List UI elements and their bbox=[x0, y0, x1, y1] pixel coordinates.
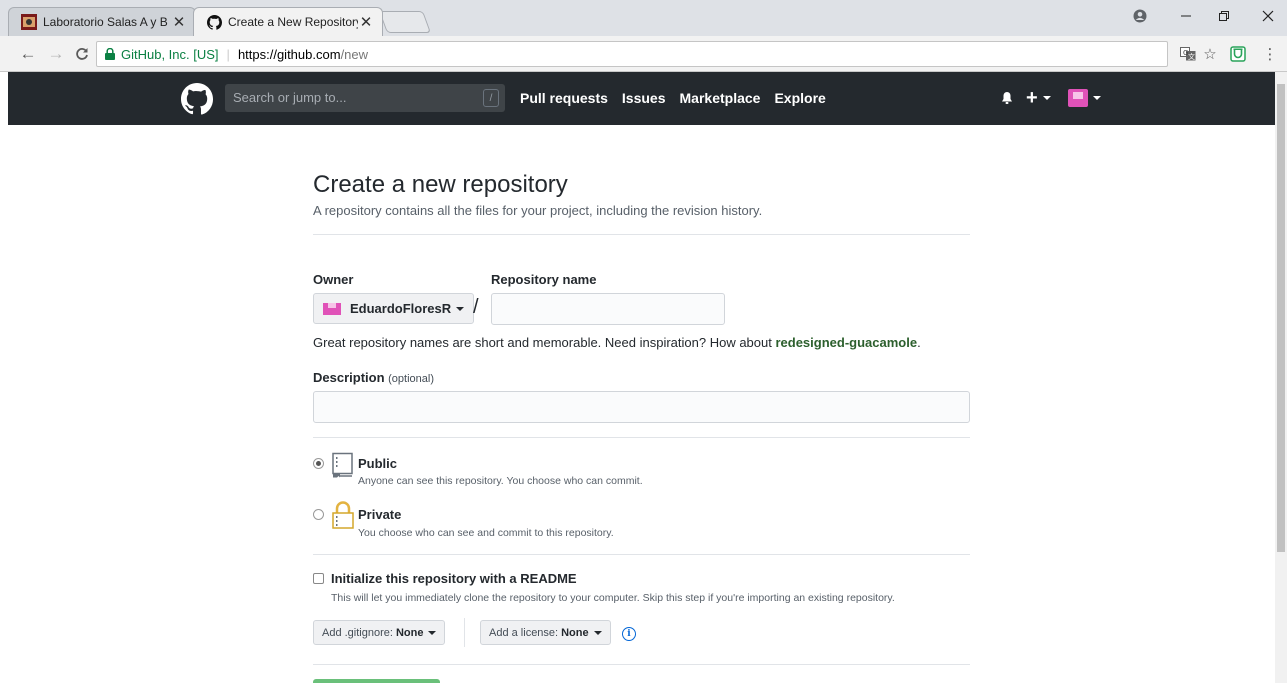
browser-toolbar: ← → GitHub, Inc. [US] | https://github.c… bbox=[0, 36, 1287, 72]
github-nav: Pull requests Issues Marketplace Explore bbox=[520, 90, 826, 106]
minimize-icon[interactable] bbox=[1170, 4, 1202, 28]
github-logo-icon[interactable] bbox=[181, 83, 213, 115]
search-shortcut-key: / bbox=[483, 89, 499, 107]
owner-select[interactable]: EduardoFloresR bbox=[313, 293, 475, 324]
nav-pull-requests[interactable]: Pull requests bbox=[520, 90, 608, 106]
nav-marketplace[interactable]: Marketplace bbox=[680, 90, 761, 106]
public-description: Anyone can see this repository. You choo… bbox=[358, 475, 643, 487]
github-header: Search or jump to... / Pull requests Iss… bbox=[8, 72, 1275, 125]
avatar bbox=[323, 302, 341, 315]
chevron-down-icon bbox=[593, 630, 602, 635]
suggested-name-link[interactable]: redesigned-guacamole bbox=[775, 335, 917, 350]
gitignore-select[interactable]: Add .gitignore: None bbox=[313, 620, 446, 645]
scrollbar-thumb[interactable] bbox=[1277, 84, 1285, 552]
github-favicon-icon bbox=[206, 14, 222, 30]
chevron-down-icon bbox=[1093, 96, 1101, 100]
github-search-input[interactable]: Search or jump to... / bbox=[225, 84, 505, 112]
owner-repo-separator: / bbox=[473, 296, 479, 318]
secure-label: GitHub, Inc. [US] bbox=[121, 46, 219, 62]
repo-book-icon bbox=[332, 452, 353, 478]
omnibox-separator: | bbox=[226, 46, 230, 62]
notification-bell-icon[interactable] bbox=[1001, 88, 1013, 108]
chevron-down-icon bbox=[1042, 96, 1051, 100]
public-radio[interactable] bbox=[313, 458, 324, 469]
private-title: Private bbox=[358, 507, 402, 522]
back-arrow-icon[interactable]: ← bbox=[16, 42, 40, 66]
avatar bbox=[1068, 89, 1088, 107]
padlock-icon bbox=[332, 501, 354, 529]
forward-arrow-icon[interactable]: → bbox=[44, 42, 68, 66]
browser-menu-icon[interactable]: ⋮ bbox=[1260, 44, 1280, 64]
tab-title: Create a New Repository bbox=[228, 15, 358, 29]
close-window-icon[interactable] bbox=[1252, 4, 1284, 28]
description-label: Description (optional) bbox=[313, 370, 434, 385]
url-host: https://github.com bbox=[237, 46, 341, 62]
create-repository-button[interactable] bbox=[313, 679, 440, 683]
close-tab-icon[interactable]: ✕ bbox=[171, 14, 187, 31]
divider bbox=[313, 437, 970, 438]
description-input[interactable] bbox=[313, 391, 970, 423]
divider bbox=[313, 554, 970, 555]
laboratorio-favicon-icon bbox=[21, 14, 37, 30]
create-new-menu[interactable]: + bbox=[1026, 86, 1051, 109]
divider bbox=[313, 234, 970, 235]
optional-label: (optional) bbox=[388, 373, 434, 385]
repo-name-label: Repository name bbox=[491, 272, 597, 287]
readme-description: This will let you immediately clone the … bbox=[331, 592, 895, 604]
page-scrollbar[interactable] bbox=[1275, 72, 1287, 683]
reload-icon[interactable] bbox=[70, 42, 94, 66]
info-icon[interactable]: i bbox=[622, 627, 636, 641]
owner-value: EduardoFloresR bbox=[350, 301, 452, 316]
plus-icon: + bbox=[1026, 86, 1038, 109]
name-hint: Great repository names are short and mem… bbox=[313, 335, 921, 350]
browser-tab-bar: Laboratorio Salas A y B ✕ Create a New R… bbox=[0, 0, 1287, 36]
chevron-down-icon bbox=[456, 306, 465, 311]
lock-icon bbox=[105, 48, 115, 60]
readme-label[interactable]: Initialize this repository with a README bbox=[331, 571, 577, 586]
restore-icon[interactable] bbox=[1208, 4, 1240, 28]
new-tab-button[interactable] bbox=[378, 11, 432, 33]
divider bbox=[313, 664, 970, 665]
owner-label: Owner bbox=[313, 272, 354, 287]
address-bar[interactable]: GitHub, Inc. [US] | https://github.com/n… bbox=[96, 41, 1168, 67]
tab-laboratorio[interactable]: Laboratorio Salas A y B ✕ bbox=[8, 7, 196, 36]
secure-indicator[interactable]: GitHub, Inc. [US] bbox=[105, 47, 219, 62]
repository-name-input[interactable] bbox=[491, 293, 725, 325]
close-tab-icon[interactable]: ✕ bbox=[358, 14, 374, 31]
page-title: Create a new repository bbox=[313, 171, 568, 198]
chevron-down-icon bbox=[428, 630, 437, 635]
search-placeholder: Search or jump to... bbox=[233, 90, 347, 105]
nav-issues[interactable]: Issues bbox=[622, 90, 666, 106]
page-subtitle: A repository contains all the files for … bbox=[313, 203, 763, 218]
nav-explore[interactable]: Explore bbox=[774, 90, 825, 106]
tab-title: Laboratorio Salas A y B bbox=[43, 15, 168, 29]
new-repository-form: Create a new repository A repository con… bbox=[313, 125, 970, 683]
profile-icon[interactable] bbox=[1124, 4, 1156, 28]
private-radio[interactable] bbox=[313, 509, 324, 520]
url-path: /new bbox=[340, 46, 369, 62]
public-title: Public bbox=[358, 456, 398, 471]
user-menu[interactable] bbox=[1068, 88, 1101, 108]
divider bbox=[464, 618, 465, 647]
translate-icon[interactable]: G文 bbox=[1178, 44, 1198, 64]
private-description: You choose who can see and commit to thi… bbox=[358, 527, 614, 539]
extension-icon[interactable] bbox=[1228, 44, 1248, 64]
license-select[interactable]: Add a license: None bbox=[480, 620, 611, 645]
bookmark-star-icon[interactable]: ☆ bbox=[1200, 44, 1220, 64]
tab-create-repository[interactable]: Create a New Repository ✕ bbox=[193, 7, 383, 36]
readme-checkbox[interactable] bbox=[313, 573, 324, 584]
svg-text:文: 文 bbox=[1188, 52, 1195, 61]
